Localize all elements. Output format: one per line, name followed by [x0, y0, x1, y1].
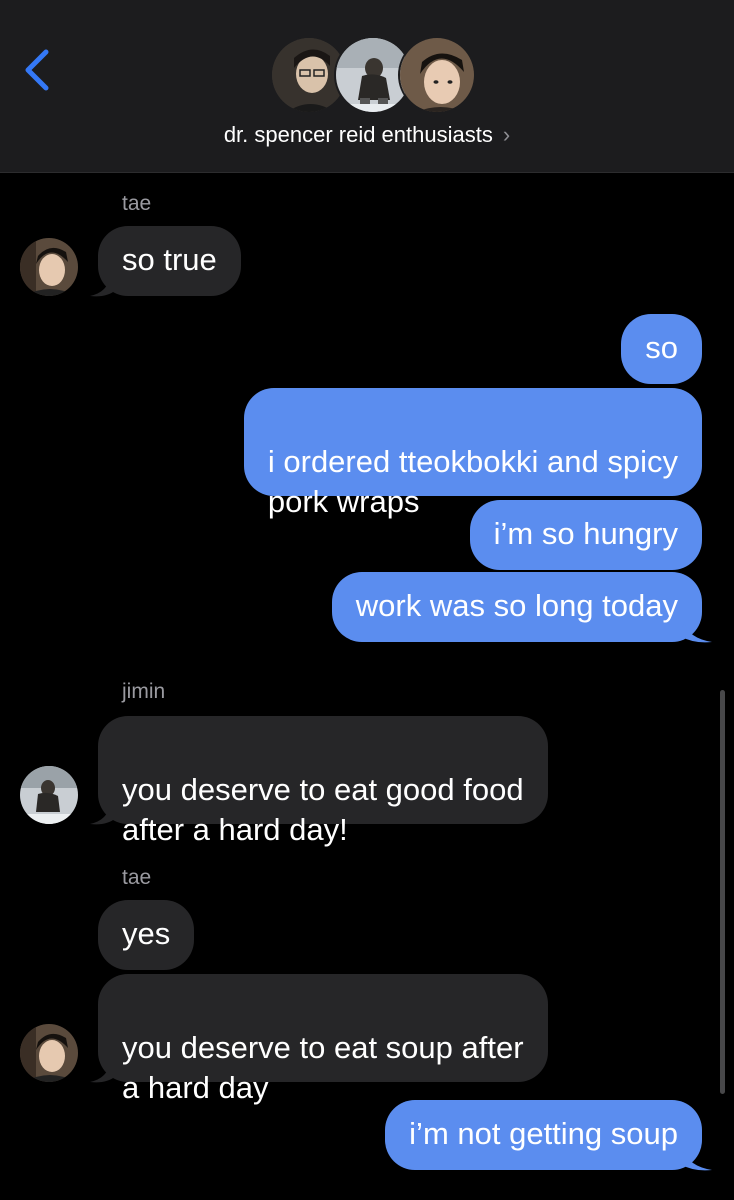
outgoing-message-bubble[interactable]: work was so long today	[331, 572, 702, 642]
message-text: yes	[122, 916, 171, 951]
message-text: you deserve to eat good food after a har…	[122, 772, 524, 847]
member-avatar-3	[398, 36, 476, 114]
bubble-tail	[90, 1062, 116, 1083]
bubble-tail	[680, 622, 712, 643]
incoming-message-bubble[interactable]: you deserve to eat soup after a hard day	[98, 974, 548, 1105]
message-text: so	[645, 330, 678, 365]
avatar	[20, 1024, 78, 1082]
avatar	[20, 766, 78, 824]
outgoing-message-bubble[interactable]: i ordered tteokbokki and spicy pork wrap…	[243, 388, 702, 519]
outgoing-message-bubble[interactable]: i’m so hungry	[469, 500, 702, 570]
incoming-message-bubble[interactable]: yes	[98, 900, 195, 970]
sender-name: tae	[122, 866, 152, 889]
message-text: i’m not getting soup	[409, 1116, 678, 1151]
chat-header: dr. spencer reid enthusiasts ›	[0, 0, 734, 173]
incoming-message-bubble[interactable]: so true	[98, 226, 241, 296]
sender-name: jimin	[122, 680, 166, 703]
message-text: you deserve to eat soup after a hard day	[122, 1030, 524, 1105]
outgoing-message-bubble[interactable]: so	[621, 314, 702, 384]
group-title[interactable]: dr. spencer reid enthusiasts ›	[0, 122, 734, 148]
message-text: work was so long today	[355, 588, 678, 623]
bubble-tail	[90, 804, 116, 825]
message-text: i’m so hungry	[493, 516, 678, 551]
message-text: so true	[122, 242, 217, 277]
group-avatars[interactable]	[270, 36, 476, 116]
incoming-message-bubble[interactable]: you deserve to eat good food after a har…	[98, 716, 548, 847]
outgoing-message-bubble[interactable]: i’m not getting soup	[385, 1100, 702, 1170]
chevron-left-icon	[25, 49, 49, 91]
group-name: dr. spencer reid enthusiasts	[223, 122, 493, 147]
sender-name: tae	[122, 192, 152, 215]
back-button[interactable]	[16, 44, 60, 94]
bubble-tail	[90, 276, 116, 297]
chevron-right-icon: ›	[502, 122, 511, 147]
scrollbar[interactable]	[720, 690, 725, 1094]
bubble-tail	[680, 1150, 712, 1171]
avatar	[20, 238, 78, 296]
